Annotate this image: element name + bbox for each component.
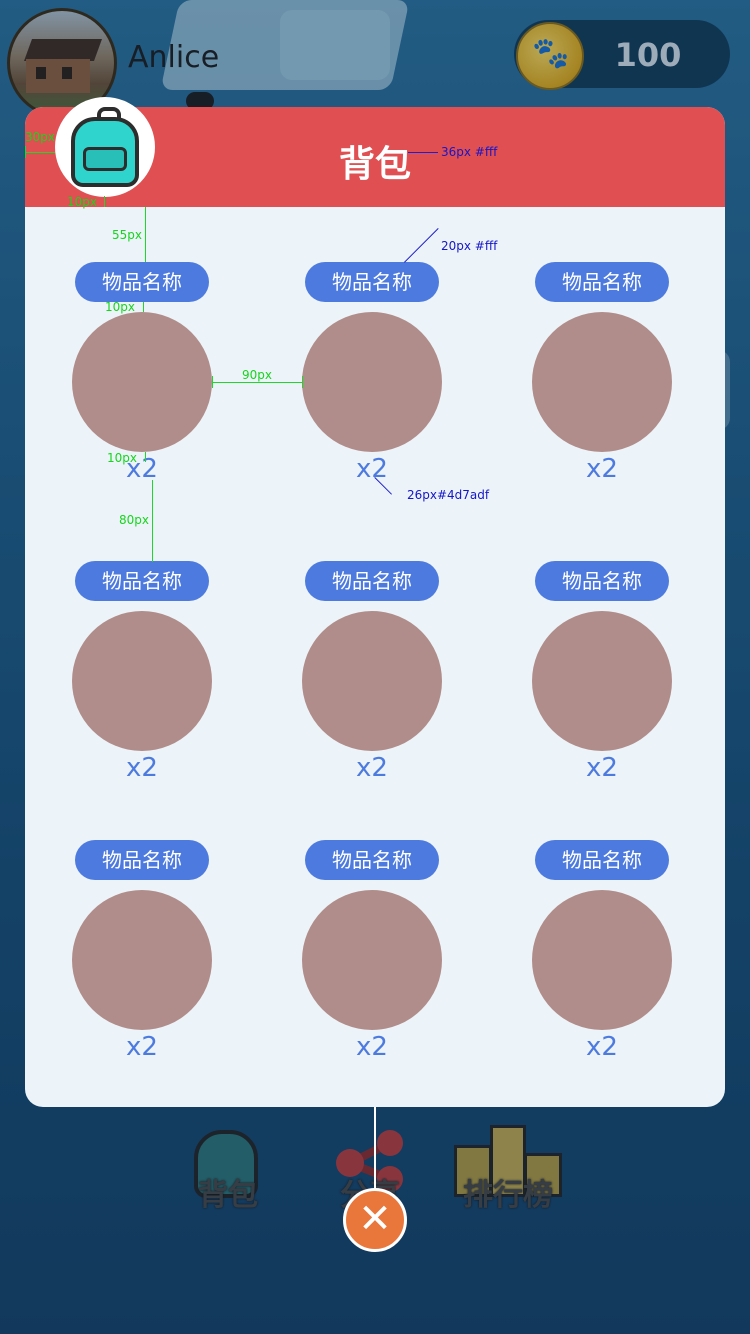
measure-line: [25, 152, 55, 153]
item-quantity: x2: [356, 1032, 388, 1062]
item-quantity: x2: [356, 753, 388, 783]
item-name: 物品名称: [305, 262, 439, 302]
item-image: [532, 312, 672, 452]
item-card[interactable]: 物品名称 x2: [67, 561, 217, 791]
measure-label: 80px: [119, 513, 149, 527]
backpack-badge: [55, 97, 155, 197]
item-card[interactable]: 物品名称 x2: [67, 840, 217, 1070]
item-quantity: x2: [586, 753, 618, 783]
item-card[interactable]: 物品名称 x2: [527, 262, 677, 492]
item-image: [302, 890, 442, 1030]
item-name: 物品名称: [305, 561, 439, 601]
measure-label: 90px: [242, 368, 272, 382]
item-name: 物品名称: [75, 840, 209, 880]
spec-label: 20px #fff: [441, 239, 498, 253]
item-card[interactable]: 物品名称 x2: [527, 840, 677, 1070]
measure-label: 10px: [105, 300, 135, 314]
measure-line: [104, 196, 105, 207]
item-quantity: x2: [586, 1032, 618, 1062]
measure-line: [212, 376, 213, 388]
item-image: [532, 890, 672, 1030]
spec-label: 36px #fff: [441, 145, 498, 159]
close-connector: [374, 1107, 376, 1190]
item-name: 物品名称: [75, 262, 209, 302]
item-card[interactable]: 物品名称 x2: [297, 262, 447, 492]
item-quantity: x2: [356, 454, 388, 484]
measure-line: [143, 302, 144, 312]
measure-line: [212, 382, 302, 383]
item-image: [72, 890, 212, 1030]
measure-line: [145, 452, 146, 462]
close-icon: ✕: [358, 1196, 392, 1242]
item-quantity: x2: [126, 454, 158, 484]
measure-line: [302, 376, 303, 388]
item-name: 物品名称: [535, 262, 669, 302]
item-quantity: x2: [586, 454, 618, 484]
measure-line: [408, 152, 438, 153]
item-card[interactable]: 物品名称 x2: [527, 561, 677, 791]
item-image: [302, 611, 442, 751]
item-name: 物品名称: [75, 561, 209, 601]
measure-label: 55px: [112, 228, 142, 242]
item-card[interactable]: 物品名称 x2: [297, 840, 447, 1070]
measure-label: 30px: [25, 130, 55, 144]
measure-label: 10px: [107, 451, 137, 465]
item-image: [72, 611, 212, 751]
backpack-panel: 背包 物品名称 x2 物品名称 x2 物品名称 x2 物品名称 x2 物品名称 …: [25, 107, 725, 1107]
item-name: 物品名称: [535, 561, 669, 601]
spec-label: 26px#4d7adf: [407, 488, 490, 502]
item-card[interactable]: 物品名称 x2: [297, 561, 447, 791]
item-quantity: x2: [126, 1032, 158, 1062]
item-name: 物品名称: [535, 840, 669, 880]
item-image: [532, 611, 672, 751]
measure-line: [145, 207, 146, 262]
item-image: [302, 312, 442, 452]
measure-line: [25, 146, 26, 158]
item-quantity: x2: [126, 753, 158, 783]
item-name: 物品名称: [305, 840, 439, 880]
item-image: [72, 312, 212, 452]
measure-line: [152, 480, 153, 562]
close-button[interactable]: ✕: [343, 1188, 407, 1252]
measure-label: 10px: [67, 195, 97, 209]
item-card[interactable]: 物品名称 x2: [67, 262, 217, 492]
